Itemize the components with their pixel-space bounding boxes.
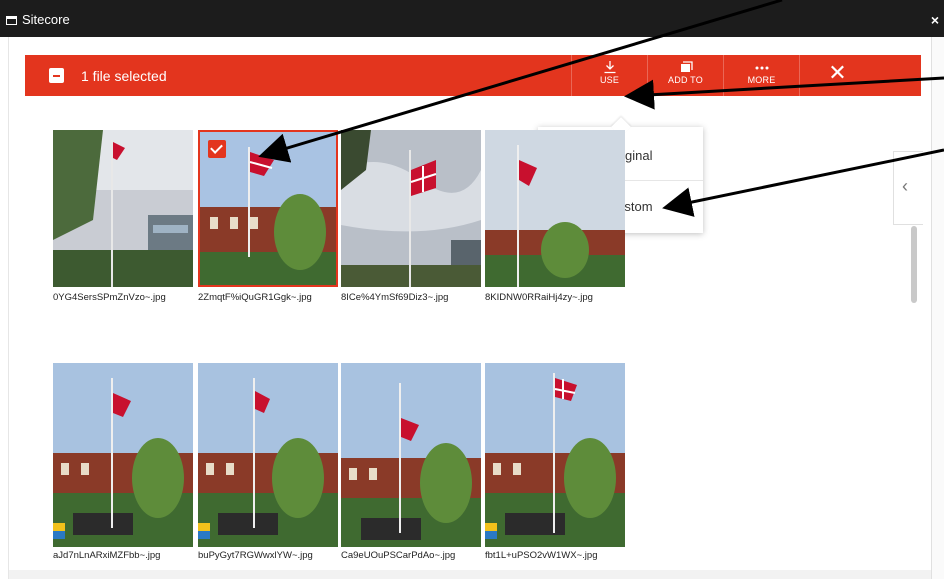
- more-label: MORE: [747, 75, 776, 85]
- window-title: Sitecore: [22, 12, 70, 27]
- file-thumbnail: [53, 130, 193, 287]
- file-thumbnail: [485, 363, 625, 547]
- left-frame-edge: [0, 37, 9, 579]
- close-selection-button[interactable]: ✕: [799, 55, 875, 96]
- file-thumbnail: [341, 130, 481, 287]
- use-label: USE: [599, 75, 620, 85]
- add-to-label: ADD TO: [668, 75, 703, 85]
- file-tile[interactable]: 0YG4SersSPmZnVzo~.jpg: [53, 130, 193, 303]
- file-name: buPyGyt7RGWwxlYW~.jpg: [198, 550, 313, 561]
- file-tile[interactable]: Ca9eUOuPSCarPdAo~.jpg: [341, 363, 481, 561]
- file-tile[interactable]: 8ICe%4YmSf69Diz3~.jpg: [341, 130, 481, 303]
- selection-toolbar: 1 file selected USE ADD TO MORE ✕: [25, 55, 921, 96]
- scrollbar-thumb[interactable]: [911, 226, 917, 303]
- bottom-frame-edge: [9, 570, 931, 579]
- chevron-left-icon: ‹: [902, 176, 908, 196]
- file-thumbnail: [198, 363, 338, 547]
- selection-count: 1 file selected: [81, 68, 167, 84]
- add-to-button[interactable]: ADD TO: [647, 55, 723, 96]
- file-tile-selected[interactable]: 2ZmqtF%iQuGR1Ggk~.jpg: [198, 130, 338, 303]
- window-close-button[interactable]: ×: [931, 13, 939, 27]
- file-name: fbt1L+uPSO2vW1WX~.jpg: [485, 550, 598, 561]
- file-name: 8ICe%4YmSf69Diz3~.jpg: [341, 292, 449, 303]
- file-name: 2ZmqtF%iQuGR1Ggk~.jpg: [198, 292, 312, 303]
- side-panel-toggle[interactable]: ‹: [893, 151, 923, 225]
- selected-checkbox[interactable]: [208, 140, 226, 158]
- file-tile[interactable]: fbt1L+uPSO2vW1WX~.jpg: [485, 363, 625, 561]
- window-titlebar: Sitecore ×: [0, 0, 944, 37]
- more-button[interactable]: MORE: [723, 55, 799, 96]
- file-name: Ca9eUOuPSCarPdAo~.jpg: [341, 550, 456, 561]
- file-tile[interactable]: aJd7nLnARxiMZFbb~.jpg: [53, 363, 193, 561]
- file-thumbnail: [53, 363, 193, 547]
- file-thumbnail: [485, 130, 625, 287]
- file-name: 8KIDNW0RRaiHj4zy~.jpg: [485, 292, 593, 303]
- file-thumbnail: [198, 130, 338, 287]
- use-button[interactable]: USE: [571, 55, 647, 96]
- file-tile[interactable]: buPyGyt7RGWwxlYW~.jpg: [198, 363, 338, 561]
- window-icon: [6, 16, 17, 25]
- close-icon: ✕: [828, 60, 847, 85]
- file-name: aJd7nLnARxiMZFbb~.jpg: [53, 550, 161, 561]
- file-tile[interactable]: 8KIDNW0RRaiHj4zy~.jpg: [485, 130, 625, 303]
- deselect-checkbox[interactable]: [49, 68, 64, 83]
- right-frame-edge: [931, 37, 944, 579]
- file-name: 0YG4SersSPmZnVzo~.jpg: [53, 292, 166, 303]
- file-thumbnail: [341, 363, 481, 547]
